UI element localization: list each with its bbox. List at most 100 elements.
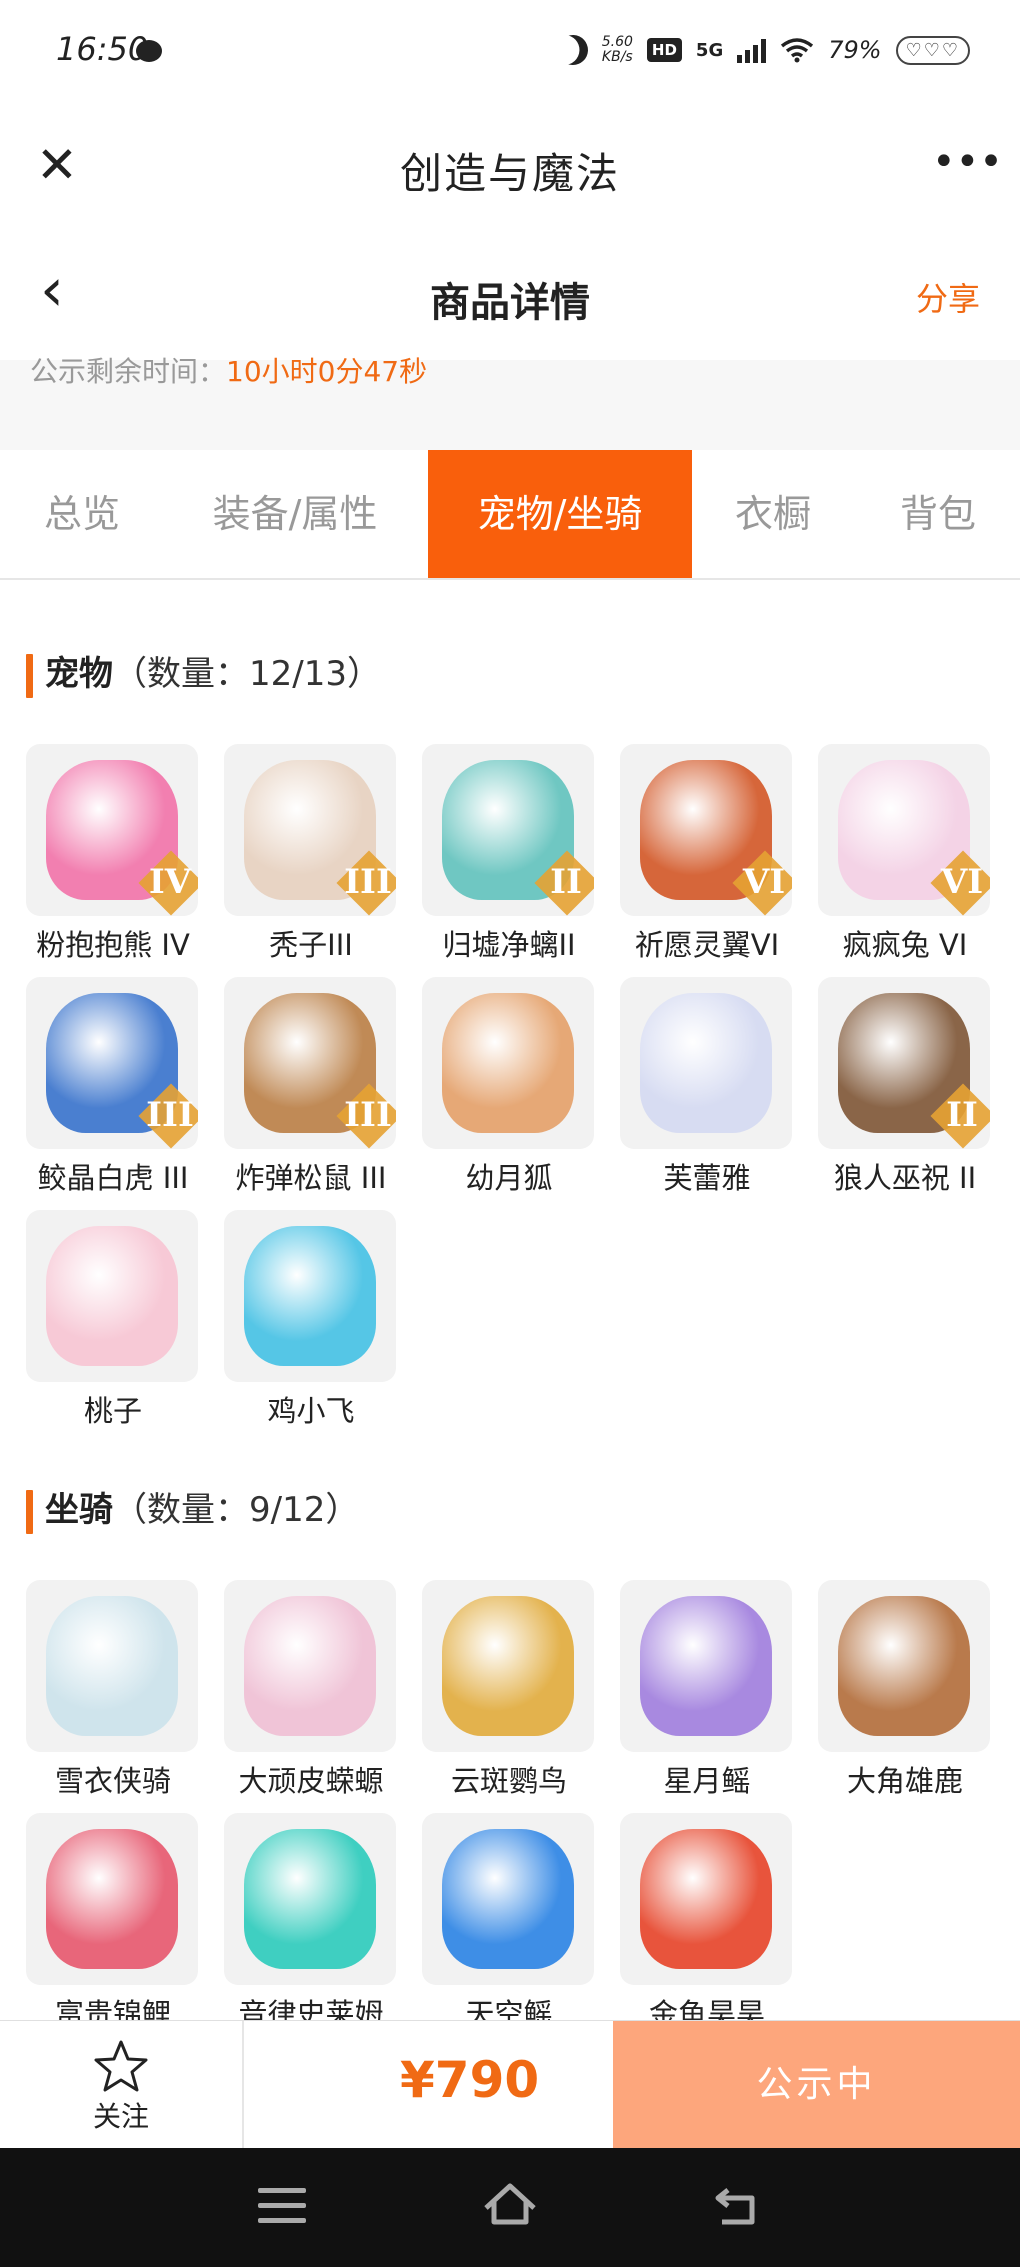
mount-name: 大顽皮蝾螈 (238, 1764, 384, 1798)
pet-image: III (224, 977, 396, 1149)
pet-image: II (818, 977, 990, 1149)
mount-item[interactable]: 天空鳐 (422, 1813, 596, 2033)
pet-name: 鸡小飞 (267, 1394, 355, 1428)
character-art (46, 1596, 178, 1736)
pet-name: 祈愿灵翼VI (634, 928, 780, 962)
pet-image: III (224, 744, 396, 916)
page-title: 商品详情 (430, 280, 590, 326)
pets-section-title: 宠物（数量：12/13） (26, 650, 381, 698)
rank-label: III (344, 862, 392, 902)
mount-item[interactable]: 大顽皮蝾螈 (224, 1580, 398, 1800)
mounts-section-title: 坐骑（数量：9/12） (26, 1486, 359, 1534)
pet-name: 鲛晶白虎 III (37, 1161, 189, 1195)
mount-image (620, 1813, 792, 1985)
star-icon (94, 2040, 148, 2092)
mount-image (818, 1580, 990, 1752)
pet-item[interactable]: III 炸弹松鼠 III (224, 977, 398, 1197)
character-art (46, 1226, 178, 1366)
character-art (244, 1226, 376, 1366)
tab-backpack[interactable]: 背包 (860, 450, 1016, 578)
character-art (442, 1596, 574, 1736)
section-marker (26, 1489, 33, 1534)
status-time: 16:50 (56, 30, 149, 68)
mounts-grid: 雪衣侠骑 大顽皮蝾螈 云斑鹦鸟 星月鳐 大角雄鹿富贵锦鲤 音律史莱姆 天空鳐 金鱼昊昊 (26, 1580, 1006, 2031)
pet-item[interactable]: 鸡小飞 (224, 1210, 398, 1430)
follow-label: 关注 (92, 2100, 149, 2133)
network-speed-value: 5.60 (601, 34, 633, 50)
mount-item[interactable]: 云斑鹦鸟 (422, 1580, 596, 1800)
pet-item[interactable]: 幼月狐 (422, 977, 596, 1197)
pets-mounts-panel: 宠物（数量：12/13） IV 粉抱抱熊 IV III 秃子III II 归墟净螭II VI… (0, 580, 1020, 2031)
pets-title: 宠物 (45, 654, 113, 694)
pet-item[interactable]: III 秃子III (224, 744, 398, 964)
pet-name: 幼月狐 (465, 1161, 553, 1195)
pet-image (26, 1210, 198, 1382)
mount-image (422, 1580, 594, 1752)
pet-item[interactable]: II 归墟净螭II (422, 744, 596, 964)
mount-image (26, 1580, 198, 1752)
rank-label: III (146, 1095, 194, 1135)
wifi-icon (781, 38, 814, 63)
character-art (244, 1596, 376, 1736)
pet-image (224, 1210, 396, 1382)
character-art (640, 1596, 772, 1736)
pet-item[interactable]: IV 粉抱抱熊 IV (26, 744, 200, 964)
mini-app-bar: ✕ 创造与魔法 ••• (0, 100, 1020, 230)
pet-image (422, 977, 594, 1149)
status-indicators: 5.60 KB/s HD 5G 79% ♡♡♡ (558, 30, 970, 70)
mount-item[interactable]: 雪衣侠骑 (26, 1580, 200, 1800)
tab-pets-mounts[interactable]: 宠物/坐骑 (428, 450, 692, 578)
pet-item[interactable]: 芙蕾雅 (620, 977, 794, 1197)
more-options-icon[interactable]: ••• (932, 142, 1003, 192)
mini-app-title: 创造与魔法 (399, 149, 620, 198)
pet-item[interactable]: VI 疯疯兔 VI (818, 744, 992, 964)
character-art (640, 1829, 772, 1969)
pet-name: 秃子III (269, 928, 353, 962)
tab-equipment[interactable]: 装备/属性 (172, 450, 418, 578)
tab-wardrobe[interactable]: 衣橱 (700, 450, 846, 578)
publicity-countdown: 公示剩余时间：10小时0分47秒 (30, 350, 427, 390)
hd-icon: HD (646, 38, 682, 62)
mount-name: 云斑鹦鸟 (450, 1764, 567, 1798)
system-nav-bar (0, 2148, 1020, 2267)
battery-hearts-icon: ♡♡♡ (895, 35, 970, 65)
pet-name: 粉抱抱熊 IV (36, 928, 190, 962)
bottom-action-bar: 关注 ¥790 公示中 (0, 2020, 1020, 2149)
network-speed-unit: KB/s (601, 49, 633, 65)
pet-name: 芙蕾雅 (663, 1161, 751, 1195)
character-art (442, 993, 574, 1133)
mount-item[interactable]: 音律史莱姆 (224, 1813, 398, 2033)
pet-name: 归墟净螭II (442, 928, 576, 962)
pets-count: （数量：12/13） (113, 654, 381, 694)
pet-image (620, 977, 792, 1149)
mount-item[interactable]: 大角雄鹿 (818, 1580, 992, 1800)
tab-overview[interactable]: 总览 (0, 450, 164, 578)
pet-name: 疯疯兔 VI (842, 928, 968, 962)
publicity-label: 公示剩余时间： (30, 355, 227, 388)
character-art (838, 1596, 970, 1736)
mounts-count: （数量：9/12） (113, 1490, 360, 1530)
mount-image (26, 1813, 198, 1985)
status-bar: 16:50 5.60 KB/s HD 5G 79% ♡♡♡ (0, 0, 1020, 100)
mount-item[interactable]: 金鱼昊昊 (620, 1813, 794, 2033)
home-icon[interactable] (480, 2178, 540, 2234)
mount-image (422, 1813, 594, 1985)
pet-item[interactable]: III 鲛晶白虎 III (26, 977, 200, 1197)
rank-label: VI (940, 862, 984, 902)
pet-item[interactable]: VI 祈愿灵翼VI (620, 744, 794, 964)
back-nav-icon[interactable] (712, 2182, 762, 2230)
mount-item[interactable]: 星月鳐 (620, 1580, 794, 1800)
mount-item[interactable]: 富贵锦鲤 (26, 1813, 200, 2033)
rank-label: III (344, 1095, 392, 1135)
follow-button[interactable]: 关注 (0, 2021, 244, 2149)
pet-item[interactable]: 桃子 (26, 1210, 200, 1430)
character-art (442, 1829, 574, 1969)
pet-image: II (422, 744, 594, 916)
pet-image: IV (26, 744, 198, 916)
mount-name: 雪衣侠骑 (54, 1764, 171, 1798)
menu-icon[interactable] (258, 2188, 306, 2223)
pet-name: 狼人巫祝 II (833, 1161, 977, 1195)
pet-item[interactable]: II 狼人巫祝 II (818, 977, 992, 1197)
publicity-status-button[interactable]: 公示中 (613, 2021, 1020, 2149)
share-button[interactable]: 分享 (916, 274, 980, 320)
